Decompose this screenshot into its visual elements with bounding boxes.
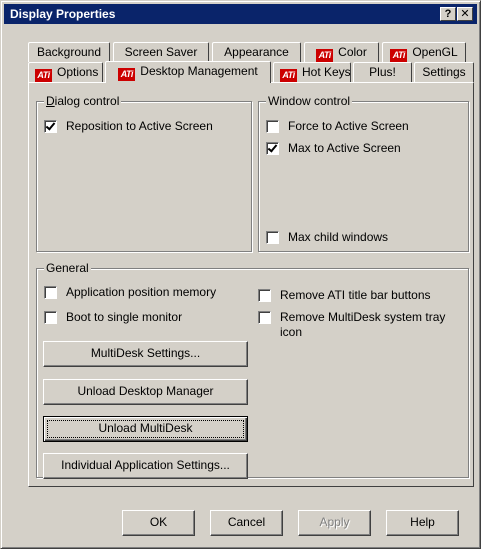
checkbox-icon [266,231,279,244]
tab-settings[interactable]: Settings [414,62,474,82]
unload-multidesk-button[interactable]: Unload MultiDesk [43,416,248,442]
button-label: OK [149,515,168,529]
force-active-screen-checkbox[interactable]: Force to Active Screen [266,119,409,134]
remove-ati-titlebar-buttons-checkbox[interactable]: Remove ATI title bar buttons [258,288,431,303]
tab-label: Desktop Management [140,64,258,78]
checkbox-icon [258,311,271,324]
tab-options[interactable]: ATi Options [28,62,103,82]
checkbox-label: Remove ATI title bar buttons [280,288,431,302]
help-title-button[interactable]: ? [440,7,456,21]
checkbox-icon [258,289,271,302]
checkbox-label: Reposition to Active Screen [66,119,213,133]
checkbox-label: Max to Active Screen [288,141,401,155]
ati-logo-icon: ATi [316,49,334,62]
checkbox-label: Application position memory [66,285,217,299]
tab-label: Options [57,65,99,79]
app-position-memory-checkbox[interactable]: Application position memory [44,285,216,300]
button-label: Cancel [227,515,266,529]
desktop-management-panel: Dialog control Reposition to Active Scre… [28,82,474,487]
tab-appearance[interactable]: Appearance [212,42,301,62]
button-label: Help [410,515,435,529]
group-label: Window control [266,94,353,108]
tab-plus[interactable]: Plus! [353,62,412,82]
checkbox-label: Max child windows [288,230,389,244]
checkbox-checked-icon [266,142,279,155]
multidesk-settings-button[interactable]: MultiDesk Settings... [43,341,248,367]
tab-label: Hot Keys [302,65,351,79]
ati-logo-icon: ATi [35,69,52,82]
tab-label: Screen Saver [124,45,198,59]
ati-logo-icon: ATi [118,68,136,81]
checkbox-label: Boot to single monitor [66,310,183,324]
tab-label: Plus! [369,65,396,79]
help-button[interactable]: Help [386,510,459,536]
tab-label: OpenGL [412,45,458,59]
apply-button[interactable]: Apply [298,510,371,536]
close-icon: ✕ [460,8,470,20]
button-label: Apply [319,515,350,529]
button-label: Unload Desktop Manager [77,384,214,398]
group-label: General [44,261,91,275]
title-bar[interactable]: Display Properties ? ✕ [4,4,477,24]
checkbox-icon [44,311,57,324]
close-title-button[interactable]: ✕ [457,7,473,21]
button-label: MultiDesk Settings... [90,346,201,360]
tab-label: Appearance [224,45,289,59]
remove-multidesk-tray-icon-checkbox[interactable]: Remove MultiDesk system tray icon [258,310,445,340]
checkbox-label: Remove MultiDesk system tray icon [280,310,446,339]
tab-label: Settings [422,65,466,79]
tab-label: Color [338,45,367,59]
ati-logo-icon: ATi [280,69,297,82]
unload-desktop-manager-button[interactable]: Unload Desktop Manager [43,379,248,405]
display-properties-window: Display Properties ? ✕ Background Screen… [0,0,481,549]
checkbox-icon [44,286,57,299]
group-label: Dialog control [44,94,122,108]
max-child-windows-checkbox[interactable]: Max child windows [266,230,388,245]
button-label: Individual Application Settings... [61,458,230,472]
individual-app-settings-button[interactable]: Individual Application Settings... [43,453,248,479]
tab-opengl[interactable]: ATi OpenGL [382,42,466,62]
tab-screen-saver[interactable]: Screen Saver [113,42,209,62]
focus-rect [47,420,244,438]
max-active-screen-checkbox[interactable]: Max to Active Screen [266,141,401,156]
ok-button[interactable]: OK [122,510,195,536]
tab-hot-keys[interactable]: ATi Hot Keys [273,62,351,82]
tab-color[interactable]: ATi Color [304,42,379,62]
question-icon: ? [444,8,452,20]
tab-background[interactable]: Background [28,42,110,62]
tab-label: Background [36,45,102,59]
checkbox-checked-icon [44,120,57,133]
reposition-active-screen-checkbox[interactable]: Reposition to Active Screen [44,119,213,134]
checkbox-icon [266,120,279,133]
checkbox-label: Force to Active Screen [288,119,409,133]
window-title: Display Properties [10,7,116,21]
cancel-button[interactable]: Cancel [210,510,283,536]
tab-desktop-management[interactable]: ATi Desktop Management [105,61,271,83]
ati-logo-icon: ATi [390,49,408,62]
boot-single-monitor-checkbox[interactable]: Boot to single monitor [44,310,182,325]
